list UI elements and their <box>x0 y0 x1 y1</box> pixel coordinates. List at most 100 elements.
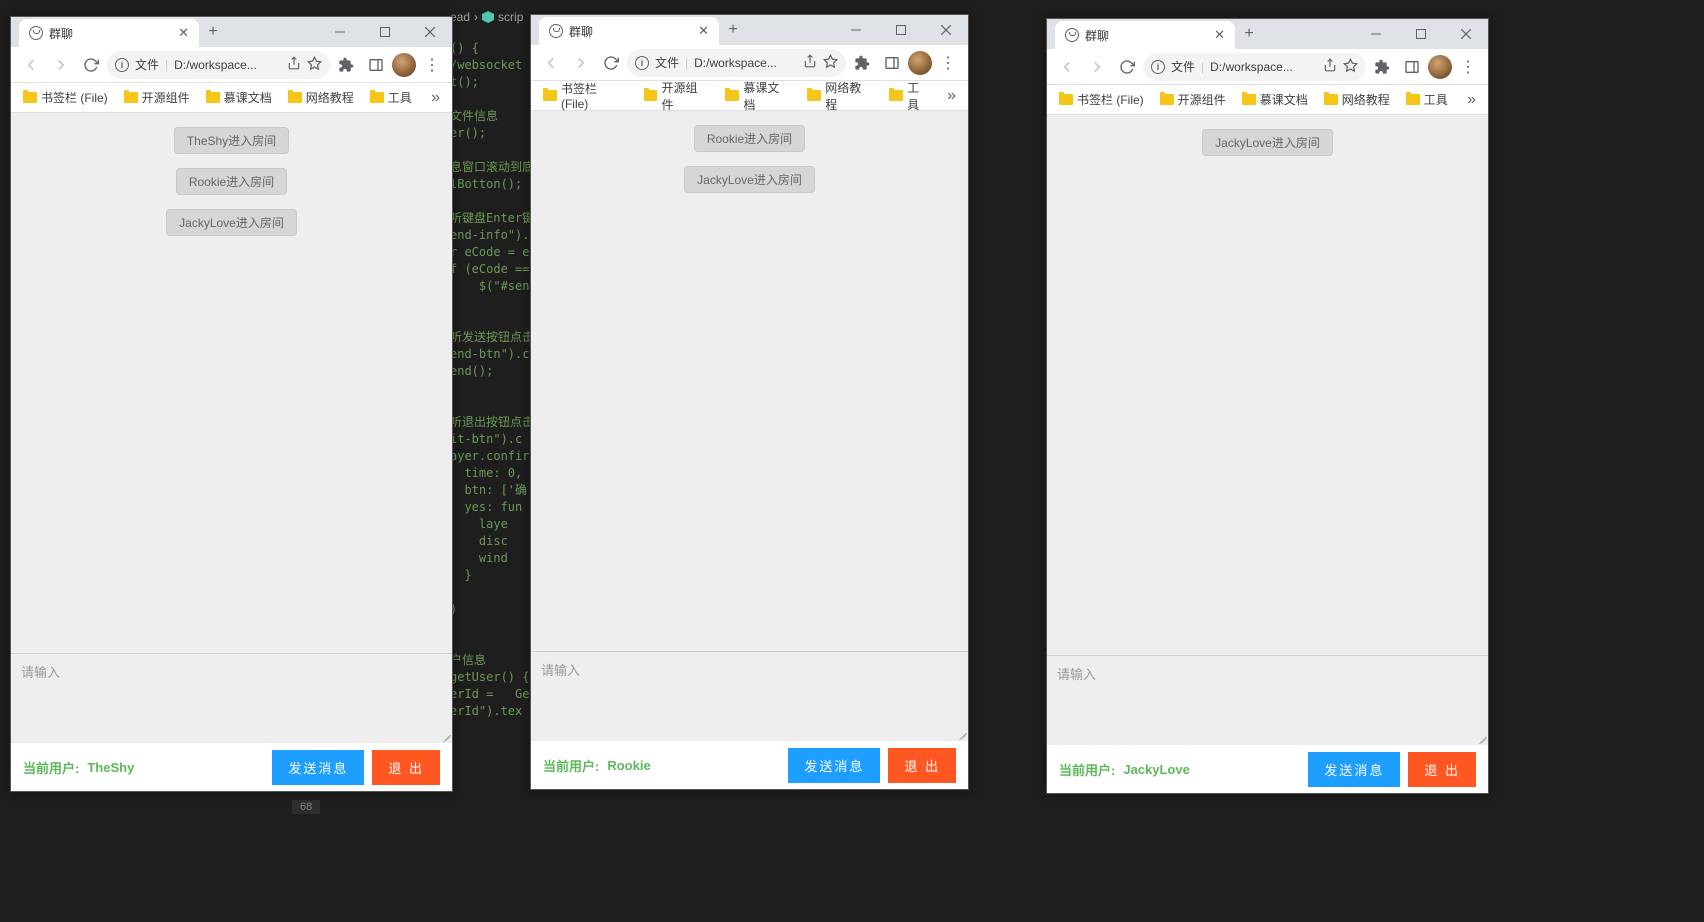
resize-handle-icon[interactable] <box>1476 733 1486 743</box>
close-tab-icon[interactable]: ✕ <box>698 23 709 39</box>
reload-button[interactable] <box>1113 53 1141 81</box>
browser-window-1: 群聊 ✕ + i 文件 | D:/workspace... <box>10 16 453 792</box>
bookmarks-overflow-icon[interactable]: » <box>1461 91 1482 109</box>
url-prefix: 文件 <box>135 56 159 73</box>
kebab-menu-icon[interactable]: ⋮ <box>934 49 962 77</box>
back-button[interactable] <box>1053 53 1081 81</box>
site-info-icon[interactable]: i <box>115 58 129 72</box>
exit-button[interactable]: 退 出 <box>1408 752 1476 787</box>
exit-button[interactable]: 退 出 <box>888 748 956 783</box>
share-icon[interactable] <box>287 56 301 73</box>
sidepanel-icon[interactable] <box>878 49 906 77</box>
omnibox[interactable]: i 文件 | D:/workspace... <box>1143 53 1366 81</box>
extensions-icon[interactable] <box>1368 53 1396 81</box>
send-button[interactable]: 发送消息 <box>272 750 364 785</box>
omnibox[interactable]: i 文件 | D:/workspace... <box>107 51 330 79</box>
close-tab-icon[interactable]: ✕ <box>178 25 189 41</box>
profile-avatar[interactable] <box>392 53 416 77</box>
bookmarks-bar: 书签栏 (File) 开源组件 慕课文档 网络教程 工具 » <box>11 83 452 113</box>
maximize-button[interactable] <box>362 17 407 47</box>
minimize-button[interactable] <box>1353 19 1398 49</box>
bookmark-item[interactable]: 开源组件 <box>118 87 196 108</box>
bookmark-label: 工具 <box>907 79 931 113</box>
maximize-button[interactable] <box>1398 19 1443 49</box>
bookmarks-overflow-icon[interactable]: » <box>425 89 446 107</box>
message-list: TheShy进入房间 Rookie进入房间 JackyLove进入房间 <box>11 113 452 653</box>
message-input[interactable] <box>11 654 452 743</box>
address-bar: i 文件 | D:/workspace... ⋮ <box>1047 49 1488 85</box>
sidepanel-icon[interactable] <box>362 51 390 79</box>
bookmark-star-icon[interactable] <box>823 54 838 72</box>
bookmark-star-icon[interactable] <box>307 56 322 74</box>
bookmark-star-icon[interactable] <box>1343 58 1358 76</box>
browser-tab[interactable]: 群聊 ✕ <box>539 17 719 45</box>
close-window-button[interactable] <box>1443 19 1488 49</box>
site-info-icon[interactable]: i <box>635 56 649 70</box>
kebab-menu-icon[interactable]: ⋮ <box>1454 53 1482 81</box>
tab-title: 群聊 <box>49 25 172 42</box>
bookmark-item[interactable]: 书签栏 (File) <box>17 87 114 108</box>
bookmark-item[interactable]: 慕课文档 <box>719 77 797 115</box>
bookmark-item[interactable]: 工具 <box>883 77 937 115</box>
share-icon[interactable] <box>1323 58 1337 75</box>
forward-button[interactable] <box>567 49 595 77</box>
resize-handle-icon[interactable] <box>440 731 450 741</box>
bookmark-item[interactable]: 开源组件 <box>1154 89 1232 110</box>
forward-button[interactable] <box>1083 53 1111 81</box>
share-icon[interactable] <box>803 54 817 71</box>
profile-avatar[interactable] <box>908 51 932 75</box>
message-input[interactable] <box>1047 656 1488 745</box>
bookmark-item[interactable]: 慕课文档 <box>1236 89 1314 110</box>
current-user-label: 当前用户: <box>543 756 599 775</box>
new-tab-button[interactable]: + <box>719 15 747 45</box>
browser-tab[interactable]: 群聊 ✕ <box>1055 21 1235 49</box>
exit-button[interactable]: 退 出 <box>372 750 440 785</box>
omnibox[interactable]: i 文件 | D:/workspace... <box>627 49 846 77</box>
close-window-button[interactable] <box>407 17 452 47</box>
site-info-icon[interactable]: i <box>1151 60 1165 74</box>
maximize-button[interactable] <box>878 15 923 45</box>
close-window-button[interactable] <box>923 15 968 45</box>
bookmark-item[interactable]: 网络教程 <box>1318 89 1396 110</box>
bookmark-item[interactable]: 网络教程 <box>801 77 879 115</box>
bookmark-item[interactable]: 工具 <box>364 87 418 108</box>
bookmark-label: 网络教程 <box>306 89 354 106</box>
system-message: JackyLove进入房间 <box>539 166 960 193</box>
minimize-button[interactable] <box>317 17 362 47</box>
forward-button[interactable] <box>47 51 75 79</box>
close-tab-icon[interactable]: ✕ <box>1214 27 1225 43</box>
send-button[interactable]: 发送消息 <box>1308 752 1400 787</box>
bookmark-item[interactable]: 慕课文档 <box>200 87 278 108</box>
bookmark-label: 网络教程 <box>825 79 873 113</box>
url-text: D:/workspace... <box>694 56 797 70</box>
browser-tab[interactable]: 群聊 ✕ <box>19 19 199 47</box>
bookmarks-overflow-icon[interactable]: » <box>941 87 962 105</box>
sidepanel-icon[interactable] <box>1398 53 1426 81</box>
send-button[interactable]: 发送消息 <box>788 748 880 783</box>
bookmark-item[interactable]: 工具 <box>1400 89 1454 110</box>
kebab-menu-icon[interactable]: ⋮ <box>418 51 446 79</box>
extensions-icon[interactable] <box>332 51 360 79</box>
chat-footer: 当前用户: Rookie 发送消息 退 出 <box>531 741 968 789</box>
message-input[interactable] <box>531 652 968 741</box>
bookmark-item[interactable]: 书签栏 (File) <box>537 78 634 113</box>
back-button[interactable] <box>17 51 45 79</box>
reload-button[interactable] <box>597 49 625 77</box>
message-list: JackyLove进入房间 <box>1047 115 1488 655</box>
bookmark-item[interactable]: 书签栏 (File) <box>1053 89 1150 110</box>
bookmark-label: 书签栏 (File) <box>41 89 108 106</box>
reload-button[interactable] <box>77 51 105 79</box>
bookmark-label: 网络教程 <box>1342 91 1390 108</box>
system-message: JackyLove进入房间 <box>19 209 444 236</box>
bookmark-item[interactable]: 开源组件 <box>638 77 716 115</box>
system-message: TheShy进入房间 <box>19 127 444 154</box>
resize-handle-icon[interactable] <box>956 729 966 739</box>
bookmark-item[interactable]: 网络教程 <box>282 87 360 108</box>
minimize-button[interactable] <box>833 15 878 45</box>
extensions-icon[interactable] <box>848 49 876 77</box>
titlebar: 群聊 ✕ + <box>11 17 452 47</box>
new-tab-button[interactable]: + <box>1235 19 1263 49</box>
profile-avatar[interactable] <box>1428 55 1452 79</box>
new-tab-button[interactable]: + <box>199 17 227 47</box>
back-button[interactable] <box>537 49 565 77</box>
